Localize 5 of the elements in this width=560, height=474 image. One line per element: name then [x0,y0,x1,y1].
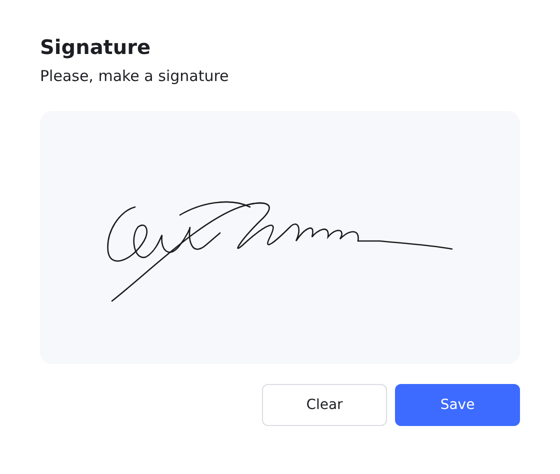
clear-button[interactable]: Clear [262,384,387,426]
save-button[interactable]: Save [395,384,520,426]
subtitle: Please, make a signature [40,66,230,86]
title: Signature [40,34,152,60]
signature-pad[interactable] [40,111,520,364]
